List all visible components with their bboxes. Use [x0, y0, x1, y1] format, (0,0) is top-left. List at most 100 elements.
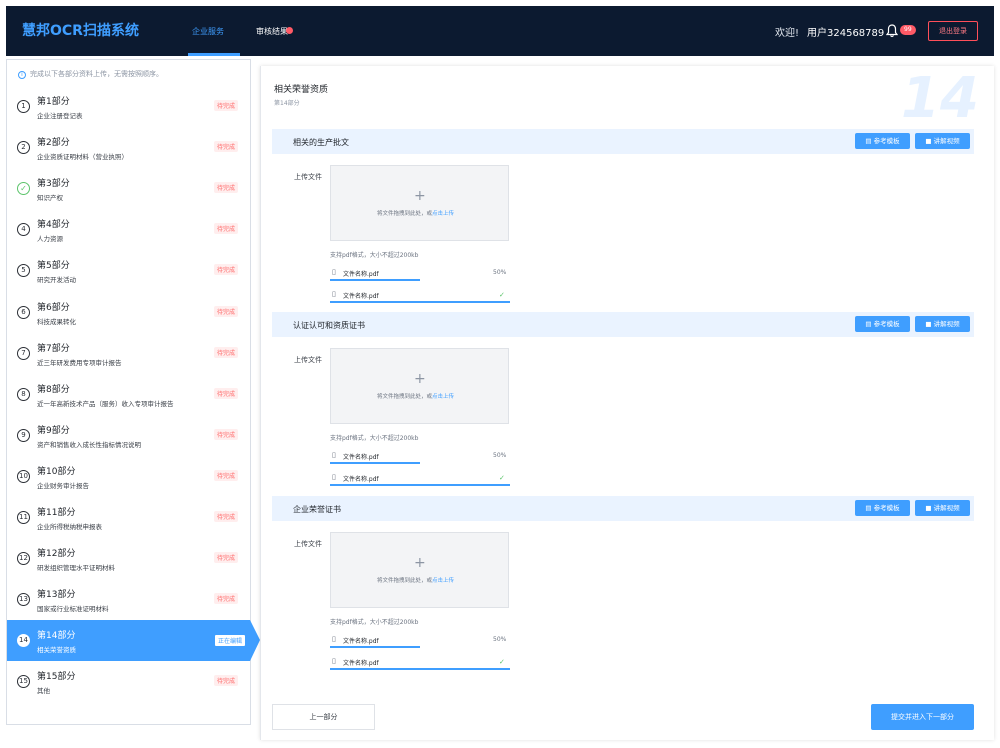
step-number-icon: 12	[17, 552, 30, 566]
username: 用户324568789	[807, 28, 885, 39]
explain-video-button[interactable]: ■ 讲解视频	[915, 316, 970, 332]
dropzone-text: 将文件拖拽到此处，或	[377, 211, 433, 217]
page-title: 相关荣誉资质	[274, 85, 329, 95]
explain-video-button[interactable]: ■ 讲解视频	[915, 500, 970, 516]
sidebar-step-13[interactable]: 13 第13部分 国家或行业标准证明材料 待完成	[7, 579, 250, 620]
sidebar-step-1[interactable]: 1 第1部分 企业注册登记表 待完成	[7, 86, 250, 127]
step-subtitle: 国家或行业标准证明材料	[37, 605, 109, 614]
step-title: 第5部分	[37, 261, 70, 272]
sidebar-step-8[interactable]: 8 第8部分 近一年高新技术产品（服务）收入专项审计报告 待完成	[7, 374, 250, 415]
file-dropzone[interactable]: + 将文件拖拽到此处，或点击上传	[330, 348, 509, 424]
uploaded-file[interactable]: ▯ 文件名称.pdf ✓	[330, 290, 510, 303]
click-upload-link[interactable]: 点击上传	[432, 578, 454, 584]
step-subtitle: 科技成果转化	[37, 317, 76, 326]
prev-button[interactable]: 上一部分	[272, 704, 375, 730]
dropzone-text: 将文件拖拽到此处，或	[377, 578, 433, 584]
section-header: 相关的生产批文 ▤ 参考模板 ■ 讲解视频	[272, 129, 974, 154]
sidebar-step-11[interactable]: 11 第11部分 企业所得税纳税申报表 待完成	[7, 497, 250, 538]
step-title: 第15部分	[37, 672, 76, 683]
step-subtitle: 企业注册登记表	[37, 112, 83, 120]
sidebar-step-14[interactable]: 14 第14部分 相关荣誉资质 正在编辑	[7, 620, 260, 662]
step-subtitle: 相关荣誉资质	[37, 646, 76, 655]
step-number-icon: 14	[17, 634, 30, 648]
file-name: 文件名称.pdf	[343, 271, 379, 278]
dropzone-text: 将文件拖拽到此处，或	[377, 394, 433, 400]
file-dropzone[interactable]: + 将文件拖拽到此处，或点击上传	[330, 532, 509, 608]
step-title: 第6部分	[37, 302, 70, 313]
uploaded-file[interactable]: ▯ 文件名称.pdf ✓	[330, 657, 510, 670]
reference-template-button[interactable]: ▤ 参考模板	[855, 500, 910, 516]
sidebar-step-6[interactable]: 6 第6部分科技成果转化 待完成	[7, 292, 250, 333]
step-title: 第7部分	[37, 343, 70, 354]
step-number-icon: 1	[17, 100, 30, 113]
file-name: 文件名称.pdf	[343, 476, 379, 483]
nav-enterprise-service[interactable]: 企业服务	[192, 26, 224, 37]
nav-review-results[interactable]: 审核结果	[256, 26, 288, 37]
sidebar-step-3[interactable]: ✓ 第3部分 知识产权 待完成	[7, 168, 250, 209]
section-title: 认证认可和资质证书	[293, 321, 365, 330]
step-subtitle: 研发组织管理水平证明材料	[37, 564, 115, 573]
nav-active-indicator	[188, 53, 240, 56]
app-logo: 慧邦OCR扫描系统	[22, 23, 139, 39]
file-progress-text: 50%	[493, 636, 507, 643]
format-hint: 支持pdf格式，大小不超过200kb	[330, 252, 419, 259]
step-title: 第13部分	[37, 590, 76, 601]
step-number-icon: 10	[17, 469, 30, 483]
step-subtitle: 知识产权	[37, 194, 63, 203]
step-status-badge: 待完成	[214, 182, 239, 194]
step-subtitle: 人力资源	[37, 235, 63, 244]
step-subtitle: 企业财务审计报告	[37, 481, 89, 490]
click-upload-link[interactable]: 点击上传	[432, 394, 454, 400]
file-progress-bar	[330, 668, 510, 670]
step-status-badge: 待完成	[214, 387, 239, 399]
sidebar-step-5[interactable]: 5 第5部分 研究开发活动 待完成	[7, 250, 250, 291]
sidebar-step-15[interactable]: 15 第15部分 其他 待完成	[7, 661, 250, 702]
explain-video-button[interactable]: ■ 讲解视频	[915, 133, 970, 149]
step-title: 第4部分	[37, 220, 70, 231]
sidebar-step-10[interactable]: 10 第10部分 企业财务审计报告 待完成	[7, 456, 250, 497]
uploaded-file[interactable]: ▯ 文件名称.pdf 50%	[330, 451, 510, 464]
sidebar-step-9[interactable]: 9 第9部分 资产和销售收入成长性指标情况说明 待完成	[7, 415, 250, 456]
file-progress-bar	[330, 279, 420, 281]
explain-video-label: 讲解视频	[933, 137, 960, 145]
step-number-icon: 5	[17, 264, 30, 278]
file-progress-bar	[330, 462, 420, 464]
submit-next-button[interactable]: 提交并进入下一部分	[871, 704, 974, 730]
uploaded-file[interactable]: ▯ 文件名称.pdf ✓	[330, 473, 510, 486]
plus-icon: +	[414, 188, 426, 204]
reference-template-button[interactable]: ▤ 参考模板	[855, 316, 910, 332]
explain-video-label: 讲解视频	[933, 320, 960, 328]
sidebar-step-2[interactable]: 2 第2部分 企业资质证明材料（营业执照） 待完成	[7, 127, 250, 168]
file-progress-bar	[330, 484, 510, 486]
reference-template-button[interactable]: ▤ 参考模板	[855, 133, 910, 149]
sidebar-step-4[interactable]: 4 第4部分 人力资源 待完成	[7, 209, 250, 250]
step-status-badge: 待完成	[214, 141, 239, 153]
video-icon: ■	[925, 137, 934, 145]
section-header: 企业荣誉证书 ▤ 参考模板 ■ 讲解视频	[272, 496, 974, 521]
step-subtitle: 资产和销售收入成长性指标情况说明	[37, 440, 141, 449]
file-icon: ▯	[332, 268, 336, 276]
file-icon: ▯	[332, 657, 336, 665]
document-icon: ▤	[865, 320, 874, 328]
file-progress-text: 50%	[493, 269, 507, 276]
click-upload-link[interactable]: 点击上传	[432, 211, 454, 217]
sidebar-step-12[interactable]: 12 第12部分 研发组织管理水平证明材料 待完成	[7, 538, 250, 579]
page-subtitle: 第14部分	[274, 100, 300, 107]
step-title: 第9部分	[37, 425, 70, 436]
reference-template-label: 参考模板	[873, 320, 900, 328]
video-icon: ■	[925, 320, 934, 328]
format-hint: 支持pdf格式，大小不超过200kb	[330, 619, 419, 626]
logout-button[interactable]: 退出登录	[928, 21, 978, 41]
uploaded-file[interactable]: ▯ 文件名称.pdf 50%	[330, 268, 510, 281]
uploaded-file[interactable]: ▯ 文件名称.pdf 50%	[330, 635, 510, 648]
dropzone-hint: 将文件拖拽到此处，或点击上传	[377, 392, 454, 400]
step-status-badge: 待完成	[214, 428, 239, 440]
step-status-badge: 待完成	[214, 552, 239, 564]
sidebar-step-7[interactable]: 7 第7部分 近三年研发费用专项审计报告 待完成	[7, 333, 250, 374]
document-icon: ▤	[865, 137, 874, 145]
step-number-icon: 6	[17, 305, 30, 319]
bell-icon[interactable]	[886, 24, 898, 38]
step-status-badge: 待完成	[214, 305, 239, 317]
plus-icon: +	[414, 371, 426, 387]
file-dropzone[interactable]: + 将文件拖拽到此处，或点击上传	[330, 165, 509, 241]
